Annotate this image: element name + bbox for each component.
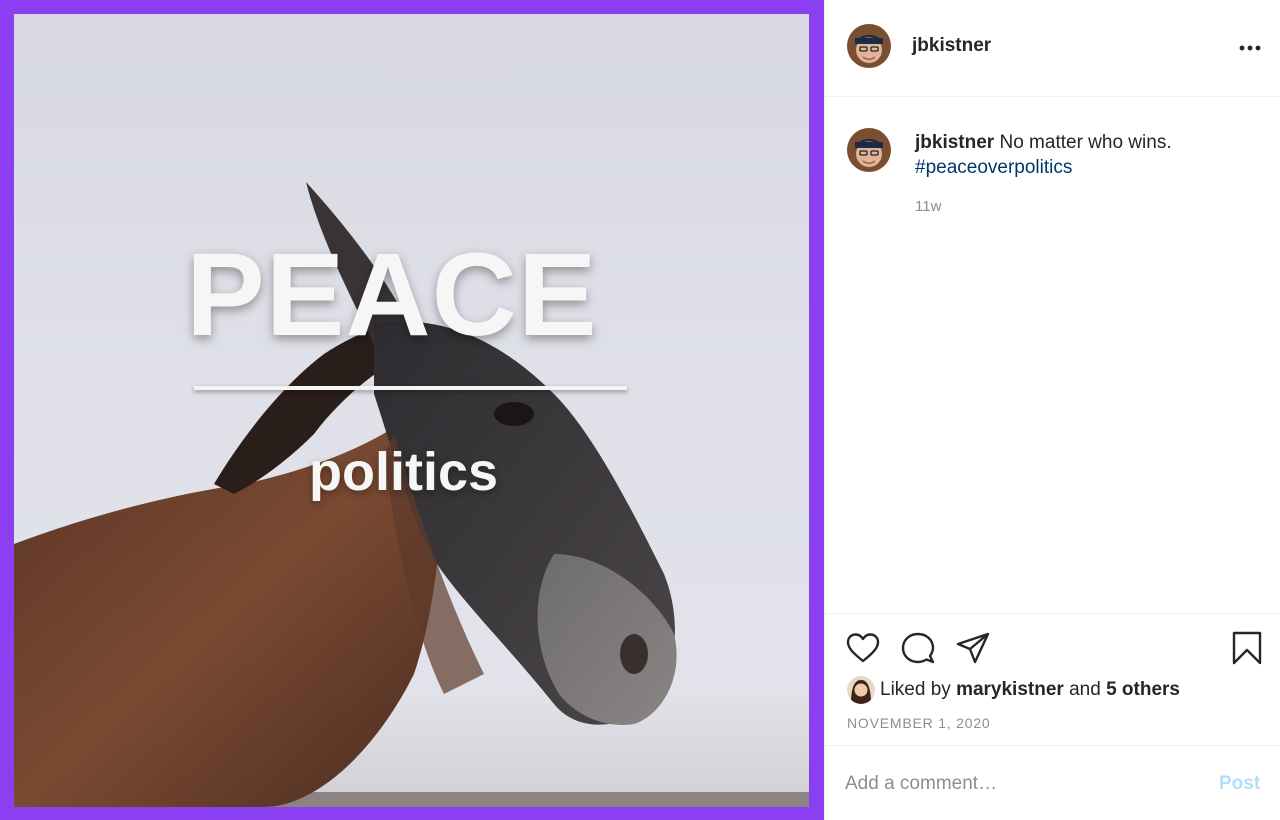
- bookmark-icon[interactable]: [1229, 630, 1265, 666]
- overlay-title: PEACE: [186, 229, 598, 361]
- heart-icon[interactable]: [845, 630, 881, 666]
- caption-age: 11w: [915, 198, 942, 215]
- caption-body: No matter who wins.: [999, 132, 1172, 153]
- caption-text: jbkistner No matter who wins. #peaceover…: [915, 130, 1255, 180]
- caption-avatar[interactable]: [847, 128, 891, 172]
- caption-section: jbkistner No matter who wins. #peaceover…: [825, 98, 1280, 613]
- author-username[interactable]: jbkistner: [912, 35, 991, 57]
- comment-bar: Post: [825, 745, 1280, 820]
- post-comment-button[interactable]: Post: [1219, 773, 1260, 795]
- overlay-divider: [194, 386, 627, 390]
- post-image-frame: PEACE politics: [0, 0, 824, 820]
- likes-summary: Liked by marykistner and 5 others: [847, 676, 1180, 704]
- post-date: NOVEMBER 1, 2020: [847, 715, 991, 731]
- profile-photo-icon: [847, 128, 891, 172]
- share-icon[interactable]: [955, 630, 991, 666]
- liker-avatar[interactable]: [847, 676, 875, 704]
- post-sidebar: jbkistner jbkistner No matter who wins. …: [824, 0, 1280, 820]
- likes-others-link[interactable]: 5 others: [1106, 679, 1180, 701]
- likes-prefix: Liked by: [880, 679, 951, 700]
- liker-photo-icon: [847, 676, 875, 704]
- caption-username[interactable]: jbkistner: [915, 132, 994, 153]
- comment-input[interactable]: [845, 770, 1185, 798]
- likes-first-user[interactable]: marykistner: [956, 679, 1064, 701]
- post-header: jbkistner: [825, 0, 1280, 97]
- post-image[interactable]: PEACE politics: [14, 14, 809, 807]
- comment-icon[interactable]: [900, 630, 936, 666]
- overlay-subtitle: politics: [309, 442, 499, 502]
- more-horizontal-icon[interactable]: [1235, 36, 1265, 60]
- post-actions: Liked by marykistner and 5 others NOVEMB…: [825, 613, 1280, 745]
- author-avatar[interactable]: [847, 24, 891, 68]
- donkey-photo: [14, 182, 809, 807]
- likes-connector: and: [1069, 679, 1101, 700]
- caption-hashtag[interactable]: #peaceoverpolitics: [915, 157, 1072, 178]
- profile-photo-icon: [847, 24, 891, 68]
